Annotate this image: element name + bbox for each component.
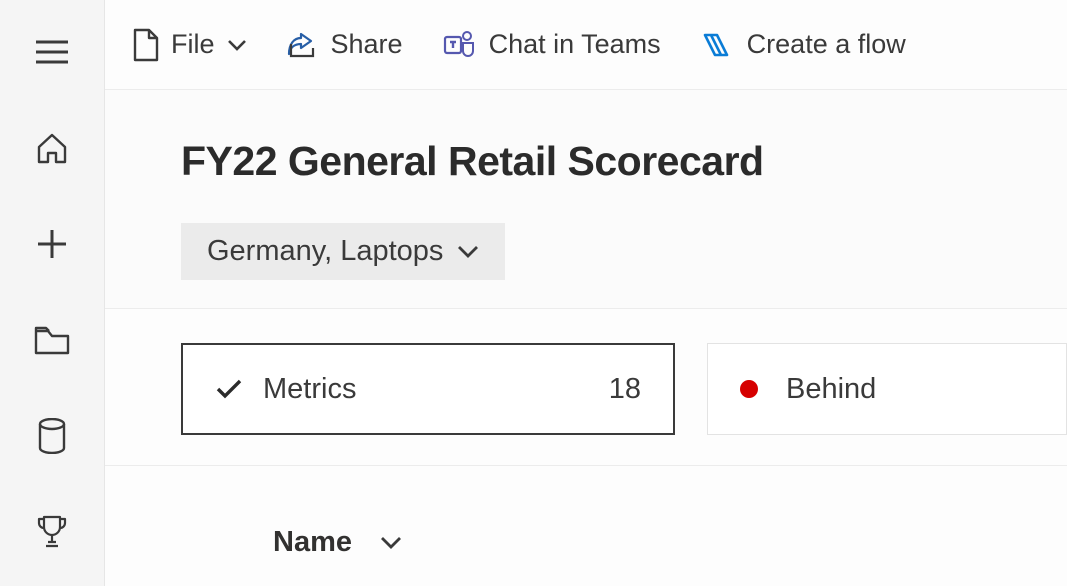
data-hub-nav-button[interactable]	[30, 414, 74, 458]
flow-icon	[701, 31, 735, 59]
teams-icon	[443, 29, 477, 61]
hamburger-icon	[36, 40, 68, 64]
database-icon	[37, 418, 67, 454]
share-button[interactable]: Share	[287, 29, 403, 60]
metrics-card-label: Metrics	[263, 373, 356, 406]
behind-card[interactable]: Behind	[707, 343, 1067, 435]
file-icon	[133, 28, 159, 62]
create-flow-label: Create a flow	[747, 29, 906, 60]
folder-icon	[34, 325, 70, 355]
share-label: Share	[331, 29, 403, 60]
file-menu-label: File	[171, 29, 215, 60]
status-dot-icon	[740, 380, 758, 398]
share-icon	[287, 30, 319, 60]
slicer-filter-button[interactable]: Germany, Laptops	[181, 223, 505, 280]
top-toolbar: File Share Chat in Teams Create a flow	[105, 0, 1067, 90]
column-name-header[interactable]: Name	[273, 526, 352, 559]
plus-icon	[36, 228, 68, 260]
summary-cards-row: Metrics 18 Behind	[105, 309, 1067, 435]
metrics-nav-button[interactable]	[30, 510, 74, 554]
metrics-card[interactable]: Metrics 18	[181, 343, 675, 435]
page-title: FY22 General Retail Scorecard	[181, 138, 1067, 185]
left-nav-rail	[0, 0, 104, 586]
check-icon	[215, 378, 243, 400]
create-nav-button[interactable]	[30, 222, 74, 266]
chat-teams-label: Chat in Teams	[489, 29, 661, 60]
table-header-row: Name	[105, 466, 1067, 559]
header-section: FY22 General Retail Scorecard Germany, L…	[105, 90, 1067, 309]
trophy-icon	[35, 514, 69, 550]
browse-nav-button[interactable]	[30, 318, 74, 362]
create-flow-button[interactable]: Create a flow	[701, 29, 906, 60]
hamburger-menu-button[interactable]	[30, 30, 74, 74]
metrics-card-count: 18	[609, 373, 641, 406]
chat-teams-button[interactable]: Chat in Teams	[443, 29, 661, 61]
chevron-down-icon	[227, 39, 247, 51]
chevron-down-icon	[457, 245, 479, 259]
main-content: File Share Chat in Teams Create a flow F…	[104, 0, 1067, 586]
home-nav-button[interactable]	[30, 126, 74, 170]
behind-card-label: Behind	[786, 373, 876, 406]
slicer-filter-label: Germany, Laptops	[207, 235, 443, 268]
file-menu-button[interactable]: File	[133, 28, 247, 62]
chevron-down-icon[interactable]	[380, 536, 402, 550]
home-icon	[35, 131, 69, 165]
